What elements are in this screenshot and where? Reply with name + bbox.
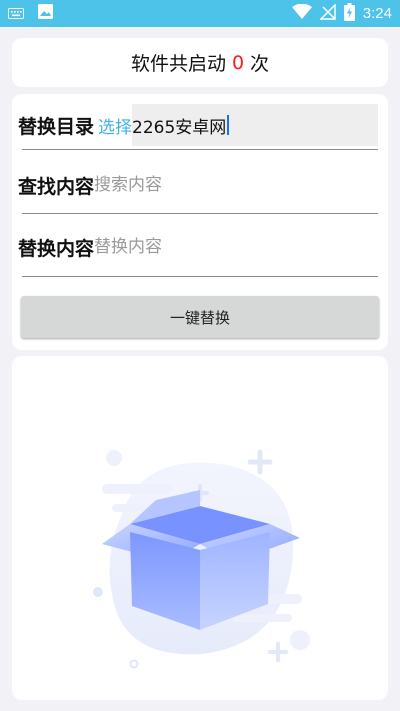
wifi-icon	[291, 3, 312, 23]
directory-value: 2265安卓网	[132, 117, 227, 138]
directory-row: 替换目录 选择 2265安卓网	[18, 100, 378, 150]
replace-label: 替换内容	[18, 237, 95, 260]
status-bar: 3:24	[0, 0, 400, 27]
no-signal-icon	[318, 2, 336, 24]
launch-counter-card: 软件共启动 0 次	[12, 38, 388, 87]
empty-box-icon	[82, 444, 318, 678]
one-click-replace-button[interactable]: 一键替换	[21, 296, 379, 338]
directory-label: 替换目录	[18, 115, 95, 138]
counter-prefix: 软件共启动	[130, 53, 226, 75]
status-time: 3:24	[362, 5, 392, 22]
directory-field[interactable]: 2265安卓网	[132, 104, 378, 146]
launch-count: 0	[231, 51, 245, 74]
replace-row: 替换内容	[18, 222, 378, 272]
image-icon	[38, 4, 53, 23]
find-label: 查找内容	[18, 175, 95, 198]
text-cursor	[227, 115, 230, 135]
find-input[interactable]	[94, 170, 335, 200]
counter-suffix: 次	[250, 53, 270, 75]
keyboard-icon	[8, 4, 24, 23]
select-directory-link[interactable]: 选择	[98, 113, 132, 138]
find-row: 查找内容	[18, 160, 378, 210]
replace-input[interactable]	[94, 232, 335, 262]
directory-underline	[22, 149, 378, 150]
empty-state-card	[12, 356, 388, 700]
find-underline	[22, 213, 378, 214]
battery-charging-icon	[343, 2, 355, 25]
replace-underline	[22, 276, 378, 277]
replace-form-card: 替换目录 选择 2265安卓网 查找内容 替换内容 一键替换	[12, 94, 388, 350]
